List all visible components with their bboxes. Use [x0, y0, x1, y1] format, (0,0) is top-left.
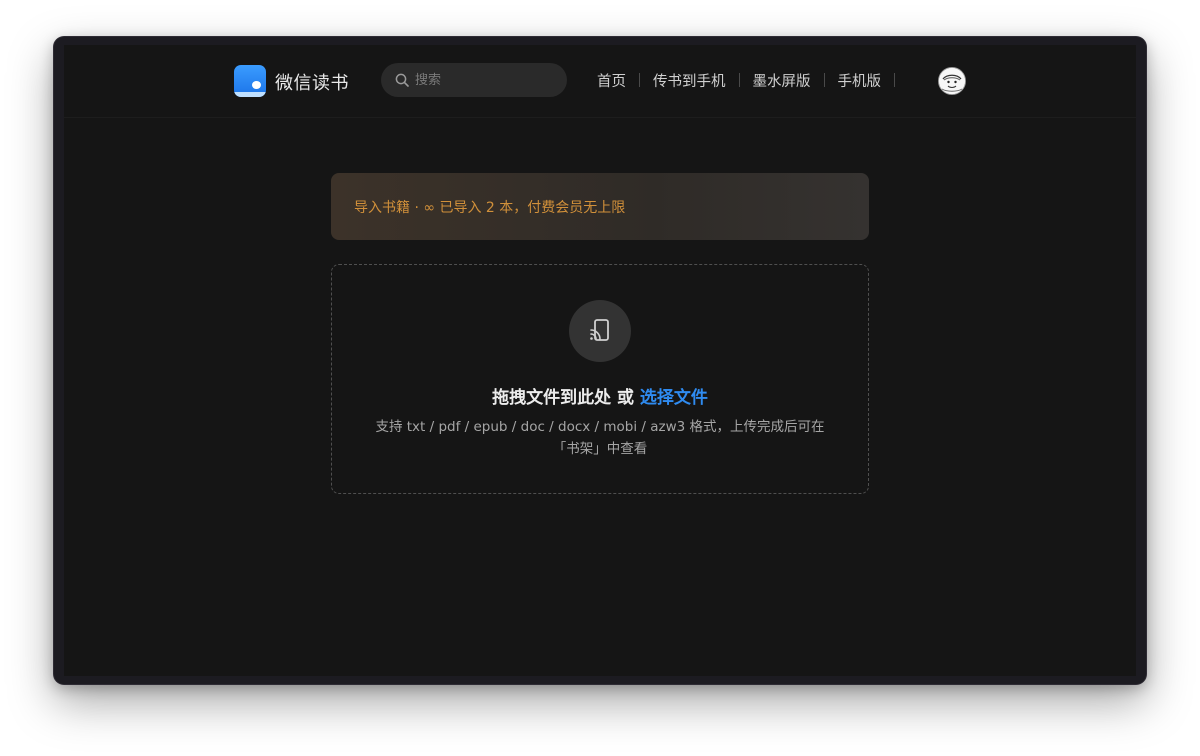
hint-line-1: 支持 txt / pdf / epub / doc / docx / mobi … — [375, 419, 825, 435]
search-input[interactable] — [415, 63, 555, 97]
import-quota-text: 导入书籍 · ∞ 已导入 2 本，付费会员无上限 — [354, 200, 626, 216]
browser-window: 微信读书 首页 传书到手机 墨水屏版 手机版 — [54, 37, 1146, 684]
app-logo-icon[interactable] — [234, 65, 266, 97]
logo-book-edge — [234, 92, 266, 97]
page: 微信读书 首页 传书到手机 墨水屏版 手机版 — [64, 45, 1136, 676]
hint-line-2: 「书架」中查看 — [552, 441, 648, 457]
nav-eink-version[interactable]: 墨水屏版 — [740, 70, 824, 91]
nav-send-to-phone[interactable]: 传书到手机 — [640, 70, 739, 91]
search-icon — [395, 73, 409, 87]
avatar-sketch-icon — [939, 68, 965, 94]
nav-home[interactable]: 首页 — [584, 70, 639, 91]
file-drop-zone[interactable]: 拖拽文件到此处 或 选择文件 支持 txt / pdf / epub / doc… — [331, 264, 869, 494]
app-name[interactable]: 微信读书 — [275, 69, 349, 95]
supported-formats-hint: 支持 txt / pdf / epub / doc / docx / mobi … — [352, 416, 848, 460]
main-nav: 首页 传书到手机 墨水屏版 手机版 — [584, 69, 895, 91]
user-avatar[interactable] — [938, 67, 966, 95]
nav-divider — [894, 73, 895, 87]
drop-zone-title: 拖拽文件到此处 或 选择文件 — [332, 383, 868, 408]
search-box[interactable] — [381, 63, 567, 97]
select-file-link[interactable]: 选择文件 — [640, 388, 708, 408]
top-navigation-bar: 微信读书 首页 传书到手机 墨水屏版 手机版 — [64, 45, 1136, 118]
drop-instruction: 拖拽文件到此处 或 — [492, 388, 634, 408]
logo-bubble — [252, 81, 261, 89]
import-quota-banner: 导入书籍 · ∞ 已导入 2 本，付费会员无上限 — [331, 173, 869, 240]
upload-device-icon — [569, 300, 631, 362]
nav-mobile-version[interactable]: 手机版 — [825, 70, 895, 91]
